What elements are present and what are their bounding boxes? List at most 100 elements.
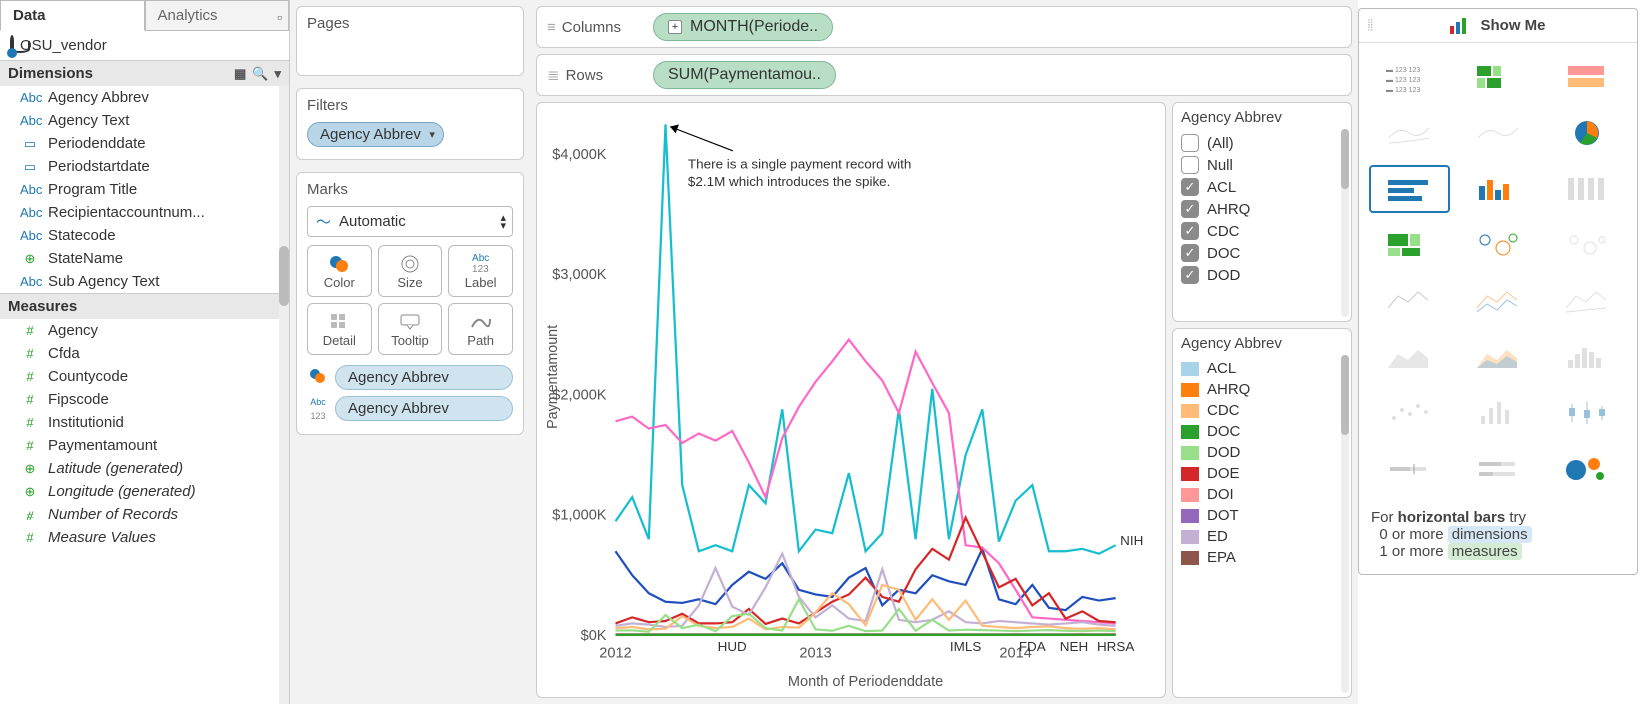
- svg-text:$0K: $0K: [581, 628, 607, 644]
- datasource-row[interactable]: OSU_vendor: [0, 31, 289, 60]
- measure-field[interactable]: #Cfda: [0, 342, 289, 365]
- legend-item[interactable]: ACL: [1181, 358, 1343, 379]
- tab-data[interactable]: Data: [0, 0, 145, 31]
- legend-item[interactable]: DOE: [1181, 463, 1343, 484]
- mark-path-button[interactable]: Path: [448, 303, 513, 355]
- measure-field[interactable]: ⧣Number of Records: [0, 503, 289, 526]
- showme-thumb[interactable]: [1369, 333, 1450, 381]
- measure-field[interactable]: #Fipscode: [0, 388, 289, 411]
- mark-detail-button[interactable]: Detail: [307, 303, 372, 355]
- measure-field[interactable]: #Agency: [0, 319, 289, 342]
- showme-thumb[interactable]: [1458, 333, 1539, 381]
- datapane-scrollbar[interactable]: [279, 86, 289, 704]
- color-scroll-thumb[interactable]: [1341, 355, 1349, 435]
- measure-field[interactable]: ⊕Longitude (generated): [0, 480, 289, 503]
- showme-thumb[interactable]: [1369, 109, 1450, 157]
- plus-icon[interactable]: +: [668, 20, 682, 34]
- showme-thumb[interactable]: [1458, 445, 1539, 493]
- measure-field[interactable]: ⊕Latitude (generated): [0, 457, 289, 480]
- view-icon[interactable]: ▦: [234, 66, 246, 82]
- showme-thumb[interactable]: [1458, 277, 1539, 325]
- legend-item[interactable]: DOC: [1181, 421, 1343, 442]
- dimension-field[interactable]: AbcSub Agency Text: [0, 270, 289, 293]
- showme-thumb[interactable]: [1458, 221, 1539, 269]
- measure-field[interactable]: #Countycode: [0, 365, 289, 388]
- showme-thumb[interactable]: ▬ 123 123▬ 123 123▬ 123 123: [1369, 53, 1450, 101]
- dimension-field[interactable]: AbcAgency Text: [0, 109, 289, 132]
- legend-item[interactable]: DOT: [1181, 505, 1343, 526]
- showme-thumb[interactable]: [1369, 389, 1450, 437]
- mark-chip[interactable]: Agency Abbrev: [307, 365, 513, 390]
- scrollbar-thumb[interactable]: [279, 246, 289, 306]
- svg-text:$4,000K: $4,000K: [552, 147, 607, 163]
- filters-card[interactable]: Filters Agency Abbrev▾: [296, 88, 524, 160]
- showme-thumb[interactable]: [1546, 109, 1627, 157]
- showme-thumb[interactable]: [1458, 389, 1539, 437]
- menu-icon[interactable]: ▾: [274, 66, 281, 82]
- measure-field[interactable]: #Measure Values: [0, 526, 289, 549]
- mark-chip[interactable]: Abc123Agency Abbrev: [307, 394, 513, 422]
- marks-type-select[interactable]: 〜 Automatic ▴▾: [307, 206, 513, 237]
- legend-item[interactable]: AHRQ: [1181, 379, 1343, 400]
- dimension-field[interactable]: AbcProgram Title: [0, 178, 289, 201]
- datasource-name: OSU_vendor: [20, 37, 107, 54]
- dimension-field[interactable]: AbcAgency Abbrev: [0, 86, 289, 109]
- mark-tooltip-button[interactable]: Tooltip: [378, 303, 443, 355]
- legend-item[interactable]: ED: [1181, 526, 1343, 547]
- showme-thumb[interactable]: [1546, 389, 1627, 437]
- filter-item[interactable]: Null: [1181, 154, 1343, 176]
- showme-thumb[interactable]: [1369, 277, 1450, 325]
- chart-view[interactable]: $0K$1,000K$2,000K$3,000K$4,000K201220132…: [536, 102, 1166, 698]
- filter-item[interactable]: ✓CDC: [1181, 220, 1343, 242]
- measure-field[interactable]: #Paymentamount: [0, 434, 289, 457]
- columns-shelf[interactable]: ≡Columns +MONTH(Periode..: [536, 6, 1352, 48]
- dimension-field[interactable]: AbcRecipientaccountnum...: [0, 201, 289, 224]
- pages-card[interactable]: Pages: [296, 6, 524, 76]
- filter-item[interactable]: (All): [1181, 132, 1343, 154]
- showme-thumb[interactable]: [1546, 221, 1627, 269]
- filter-item[interactable]: ✓AHRQ: [1181, 198, 1343, 220]
- showme-thumb[interactable]: [1458, 109, 1539, 157]
- rows-shelf[interactable]: ≣Rows SUM(Paymentamou..: [536, 54, 1352, 96]
- showme-thumb[interactable]: [1369, 165, 1450, 213]
- search-icon[interactable]: 🔍: [252, 66, 268, 82]
- rows-pill[interactable]: SUM(Paymentamou..: [653, 61, 836, 89]
- showme-thumb[interactable]: [1546, 165, 1627, 213]
- tab-menu-icon[interactable]: ▫: [277, 9, 282, 25]
- dimension-field[interactable]: ▭Periodstartdate: [0, 155, 289, 178]
- legend-item[interactable]: DOD: [1181, 442, 1343, 463]
- mark-color-button[interactable]: Color: [307, 245, 372, 297]
- dimension-field[interactable]: ⊕StateName: [0, 247, 289, 270]
- svg-text:$3,000K: $3,000K: [552, 267, 607, 283]
- showme-thumb[interactable]: [1369, 445, 1450, 493]
- showme-thumb[interactable]: [1458, 53, 1539, 101]
- dimension-field[interactable]: AbcStatecode: [0, 224, 289, 247]
- showme-thumb[interactable]: [1369, 221, 1450, 269]
- color-swatch: [1181, 530, 1199, 544]
- filter-item[interactable]: ✓DOC: [1181, 242, 1343, 264]
- dimension-field[interactable]: ▭Periodenddate: [0, 132, 289, 155]
- showme-thumb[interactable]: [1546, 53, 1627, 101]
- svg-text:HRSA: HRSA: [1097, 639, 1134, 654]
- columns-pill[interactable]: +MONTH(Periode..: [653, 13, 833, 41]
- legend-item[interactable]: DOI: [1181, 484, 1343, 505]
- legend-item[interactable]: CDC: [1181, 400, 1343, 421]
- measure-field[interactable]: #Institutionid: [0, 411, 289, 434]
- filter-item[interactable]: ✓DOD: [1181, 264, 1343, 286]
- mark-label-button[interactable]: Abc123Label: [448, 245, 513, 297]
- filter-scroll-thumb[interactable]: [1341, 129, 1349, 189]
- color-swatch: [1181, 404, 1199, 418]
- legend-item[interactable]: EPA: [1181, 547, 1343, 568]
- showme-thumb[interactable]: [1546, 333, 1627, 381]
- filters-label: Filters: [307, 97, 513, 114]
- pages-label: Pages: [307, 15, 513, 32]
- showme-thumb[interactable]: [1546, 277, 1627, 325]
- drag-handle-icon[interactable]: ⠿⠿: [1367, 21, 1376, 31]
- filter-item[interactable]: ✓ACL: [1181, 176, 1343, 198]
- showme-thumb[interactable]: [1546, 445, 1627, 493]
- mark-size-button[interactable]: Size: [378, 245, 443, 297]
- filter-pill-agency[interactable]: Agency Abbrev▾: [307, 122, 444, 147]
- checkbox-icon: ✓: [1181, 178, 1199, 196]
- tab-analytics[interactable]: Analytics▫: [145, 0, 290, 31]
- showme-thumb[interactable]: [1458, 165, 1539, 213]
